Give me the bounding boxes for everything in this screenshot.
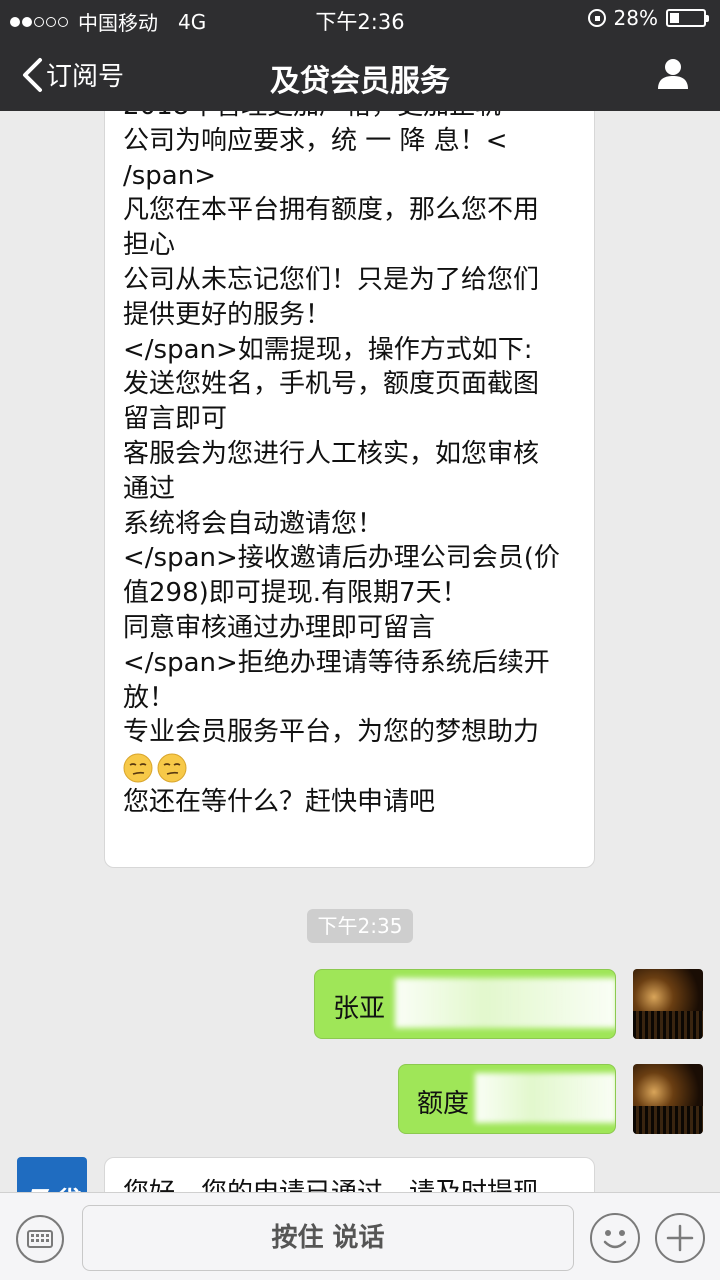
my-avatar[interactable] <box>633 1064 703 1134</box>
message-line: 留言即可 <box>123 404 228 435</box>
message-line: 担心 <box>123 230 176 261</box>
sent-message-bubble[interactable]: 张亚 <box>314 969 616 1039</box>
status-bar: 中国移动 4G 下午2:36 28% <box>0 0 720 38</box>
emoji-row <box>123 750 584 785</box>
avatar-logo-text: 及贷 <box>25 1181 77 1192</box>
input-bar: 按住 说话 <box>0 1192 720 1280</box>
status-right: 28% <box>587 6 709 30</box>
message-line: 系统将会自动邀请您！ <box>123 508 384 539</box>
message-line: 您还在等什么？赶快申请吧 <box>123 786 436 817</box>
battery-level <box>670 13 679 23</box>
profile-button[interactable] <box>656 58 690 94</box>
nav-bar: 订阅号 及贷会员服务 <box>0 38 720 111</box>
keyboard-toggle-button[interactable] <box>16 1215 64 1263</box>
message-line: 同意审核通过办理即可留言 <box>123 612 436 643</box>
message-line: 专业会员服务平台，为您的梦想助力 <box>123 717 540 748</box>
received-message-bubble: 2018年管理更加严格，更加正轨公司为响应要求，统 一 降 息！< /span> 凡… <box>104 111 595 868</box>
battery-icon <box>666 9 709 27</box>
message-timestamp: 下午2:35 <box>307 909 413 943</box>
more-actions-button[interactable] <box>655 1213 705 1263</box>
sent-message-text: 额度 <box>417 1089 470 1119</box>
smirk-emoji-icon <box>123 753 153 783</box>
message-line: 2018年管理更加严格，更加正轨 <box>123 111 584 124</box>
smiley-icon <box>603 1230 627 1249</box>
message-line: 值298)即可提现.有限期7天！ <box>123 578 468 609</box>
message-line: 客服会为您进行人工核实，如您审核 <box>123 438 540 469</box>
message-line: 放！ <box>123 682 176 713</box>
plus-icon <box>666 1224 694 1252</box>
hold-to-talk-button[interactable]: 按住 说话 <box>82 1205 574 1271</box>
my-avatar[interactable] <box>633 969 703 1039</box>
redacted-text <box>395 978 615 1028</box>
keyboard-icon <box>27 1230 53 1248</box>
official-account-avatar[interactable]: 及贷 <box>17 1157 87 1192</box>
message-text: 2018年管理更加严格，更加正轨公司为响应要求，统 一 降 息！< /span> 凡… <box>123 111 584 820</box>
received-message-bubble: 您好，您的申请已通过，请及时提现 <box>104 1157 595 1192</box>
sent-message-text: 张亚 <box>333 994 386 1024</box>
chat-area[interactable]: 2018年管理更加严格，更加正轨公司为响应要求，统 一 降 息！< /span> 凡… <box>0 111 720 1192</box>
message-line: /span> <box>123 160 217 191</box>
battery-percent: 28% <box>613 6 658 30</box>
message-line: 通过 <box>123 473 176 504</box>
smirk-emoji-icon <box>157 753 187 783</box>
message-line: 公司为响应要求，统 一 降 息！< <box>123 125 508 156</box>
person-icon <box>658 59 688 89</box>
message-line: 发送您姓名，手机号，额度页面截图 <box>123 369 540 400</box>
emoji-button[interactable] <box>590 1213 640 1263</box>
message-line: </span>拒绝办理请等待系统后续开 <box>123 647 550 678</box>
message-line: </span>接收邀请后办理公司会员(价 <box>123 543 560 574</box>
page-title: 及贷会员服务 <box>270 64 450 99</box>
message-line: </span>如需提现，操作方式如下: <box>123 334 533 365</box>
redacted-text <box>475 1073 615 1123</box>
sent-message-bubble[interactable]: 额度 <box>398 1064 616 1134</box>
message-line: 提供更好的服务！ <box>123 299 332 330</box>
message-line: 凡您在本平台拥有额度，那么您不用 <box>123 195 540 226</box>
message-text: 您好，您的申请已通过，请及时提现 <box>123 1172 539 1192</box>
rotation-lock-icon <box>587 9 606 27</box>
message-line: 公司从未忘记您们！只是为了给您们 <box>123 264 540 295</box>
